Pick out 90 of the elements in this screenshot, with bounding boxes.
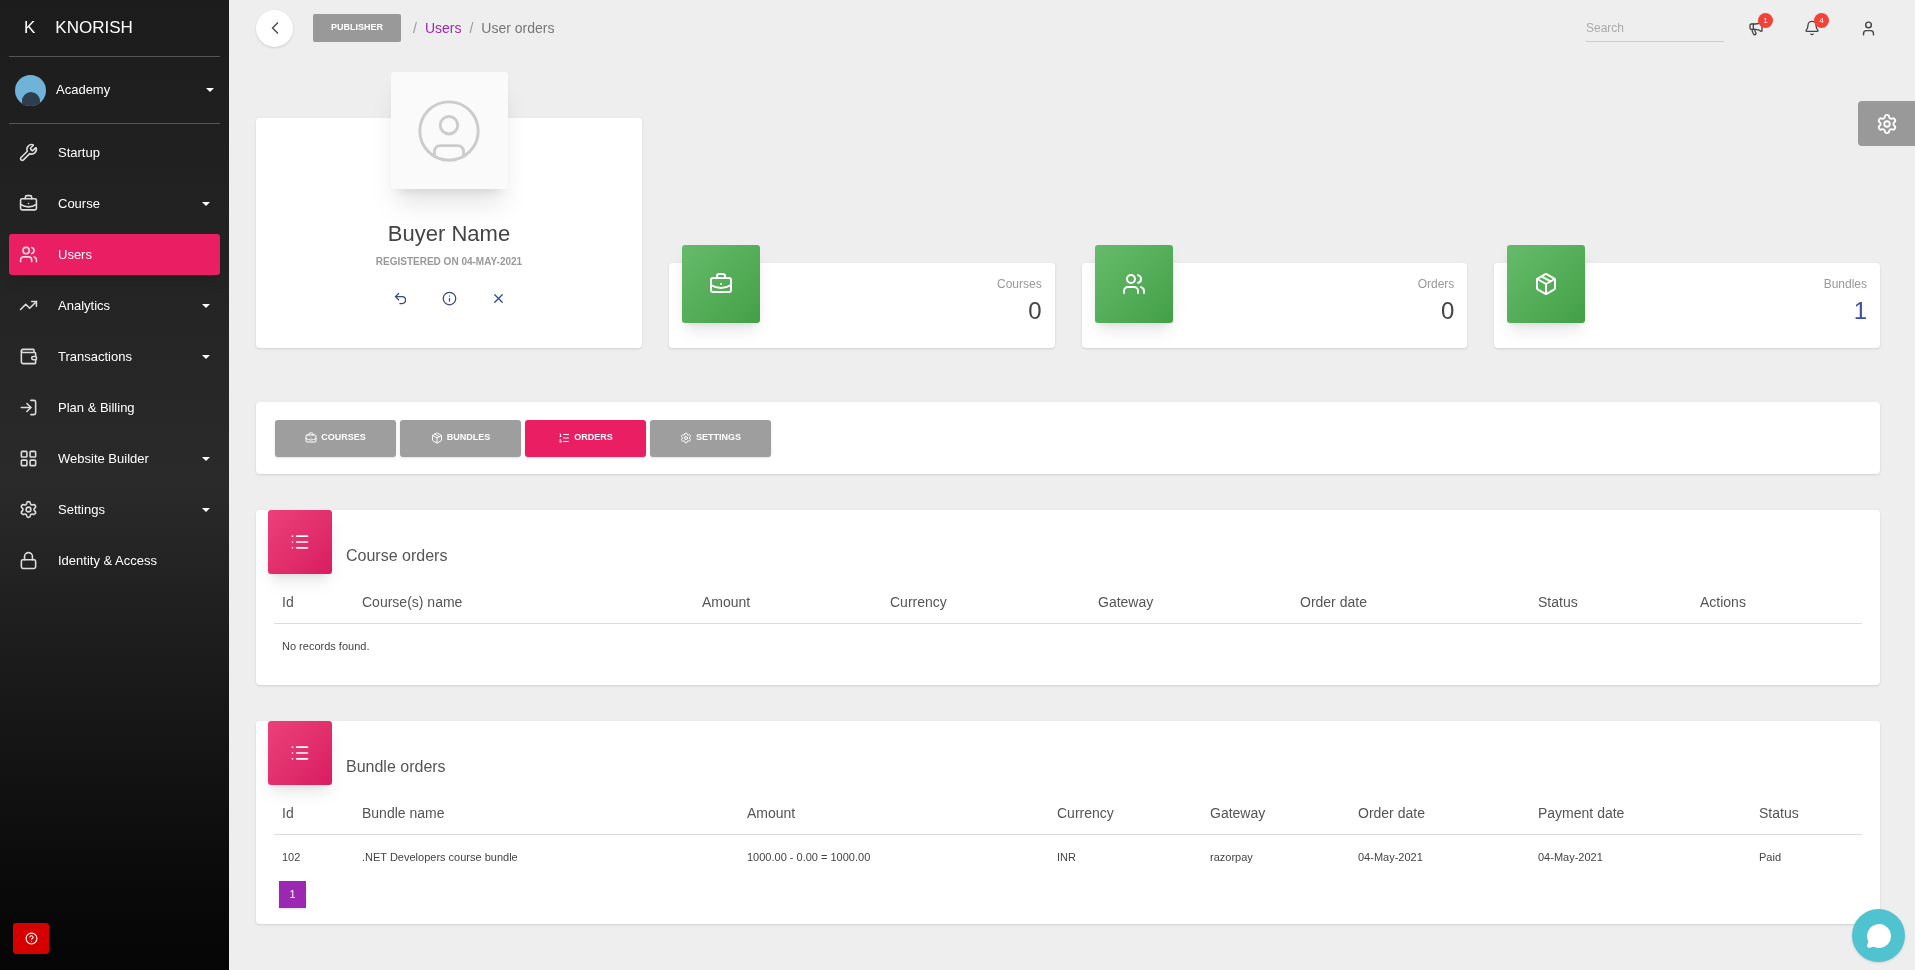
column-header: Payment date: [1537, 803, 1626, 823]
lock-icon: [19, 551, 38, 570]
login-icon: [19, 398, 38, 417]
column-header: Course(s) name: [361, 593, 464, 612]
table-cell-text: 04-May-2021: [1537, 849, 1604, 865]
wrench-icon: [19, 143, 38, 162]
users-icon: [1121, 272, 1146, 296]
megaphone-button[interactable]: [1748, 20, 1764, 36]
package-icon: [1534, 272, 1559, 296]
sidebar-item[interactable]: Startup: [9, 132, 220, 173]
briefcase-icon: [305, 432, 318, 444]
breadcrumb-separator: /: [413, 18, 417, 38]
column-header: Currency: [889, 593, 948, 612]
account-menu[interactable]: Academy: [15, 57, 214, 123]
column-header: Order date: [1357, 803, 1426, 823]
column-header: Status: [1758, 803, 1800, 823]
column-header: Actions: [1699, 593, 1747, 612]
undo-button[interactable]: [392, 291, 408, 306]
sidebar-item[interactable]: Transactions: [9, 336, 220, 377]
info-icon: [441, 291, 457, 306]
sidebar-item[interactable]: Website Builder: [9, 438, 220, 479]
sidebar-item[interactable]: Plan & Billing: [9, 387, 220, 428]
sidebar-item[interactable]: Users: [9, 234, 220, 275]
stat-value: 1: [1853, 296, 1867, 326]
settings-icon: [1875, 112, 1898, 135]
table-cell-text: 04-May-2021: [1357, 849, 1424, 865]
column-header: Gateway: [1097, 593, 1155, 612]
sidebar-item[interactable]: Analytics: [9, 285, 220, 326]
caret-icon: [206, 88, 214, 92]
column-header: Amount: [701, 593, 752, 612]
breadcrumb-separator: /: [469, 18, 474, 38]
user-icon: [1860, 19, 1877, 37]
package-icon: [430, 432, 443, 444]
card-title: Course orders: [346, 546, 448, 566]
table-cell-text: Paid: [1758, 849, 1783, 865]
help-button[interactable]: [13, 923, 49, 954]
chat-icon: [1865, 922, 1892, 949]
column-header: Amount: [746, 803, 797, 823]
users-icon: [19, 245, 38, 264]
logo-letter: K: [24, 17, 36, 40]
empty-message: No records found.: [281, 639, 371, 654]
stat-title: Orders: [1417, 276, 1455, 293]
settings-icon: [19, 500, 38, 519]
table-cell-text: 102: [281, 849, 302, 865]
buyer-name: Buyer Name: [387, 220, 511, 248]
sidebar-item[interactable]: Course: [9, 183, 220, 224]
settings-button[interactable]: [1858, 101, 1915, 146]
briefcase-icon: [709, 272, 733, 296]
info-button[interactable]: [441, 291, 457, 306]
role-badge: PUBLISHER: [313, 14, 401, 42]
page-button[interactable]: 1: [279, 881, 306, 908]
settings-icon: [680, 432, 692, 444]
wallet-icon: [19, 347, 38, 366]
breadcrumb-current: User orders: [481, 18, 555, 38]
breadcrumb-link[interactable]: Users: [424, 17, 462, 39]
bell-icon: [1804, 20, 1820, 36]
stat-value: 0: [1028, 296, 1042, 326]
list-icon: [558, 432, 571, 444]
sidebar-item[interactable]: Identity & Access: [9, 540, 220, 581]
tab[interactable]: ORDERS: [525, 419, 646, 457]
briefcase-icon: [19, 194, 38, 213]
table-cell-text: .NET Developers course bundle: [361, 849, 519, 865]
user-button[interactable]: [1860, 19, 1877, 37]
notification-badge: 4: [1814, 13, 1829, 28]
column-header: Id: [281, 593, 295, 612]
list-icon: [290, 532, 310, 552]
help-icon: [24, 932, 38, 945]
megaphone-icon: [1748, 20, 1764, 36]
notification-badge: 1: [1758, 13, 1773, 28]
undo-icon: [392, 291, 408, 306]
table-cell-text: razorpay: [1209, 849, 1254, 865]
column-header: Bundle name: [361, 803, 446, 823]
table-cell-text: 1000.00 - 0.00 = 1000.00: [746, 849, 872, 865]
avatar-icon: [15, 74, 46, 106]
registered-date: REGISTERED ON 04-MAY-2021: [375, 255, 523, 269]
grid-icon: [19, 449, 38, 468]
card-title: Bundle orders: [346, 756, 446, 777]
column-header: Gateway: [1209, 803, 1267, 823]
stat-title: Courses: [997, 276, 1042, 293]
brand-name: KNORISH: [55, 17, 133, 40]
sidebar-item[interactable]: Settings: [9, 489, 220, 530]
table-cell-text: INR: [1056, 849, 1077, 865]
stat-title: Bundles: [1823, 276, 1867, 293]
stat-value: 0: [1441, 296, 1455, 326]
column-header: Id: [281, 803, 295, 823]
notifications-button[interactable]: [1804, 20, 1820, 36]
column-header: Order date: [1299, 593, 1368, 612]
column-header: Currency: [1056, 803, 1115, 823]
column-header: Status: [1537, 593, 1579, 612]
search-field[interactable]: Search: [1586, 14, 1724, 42]
